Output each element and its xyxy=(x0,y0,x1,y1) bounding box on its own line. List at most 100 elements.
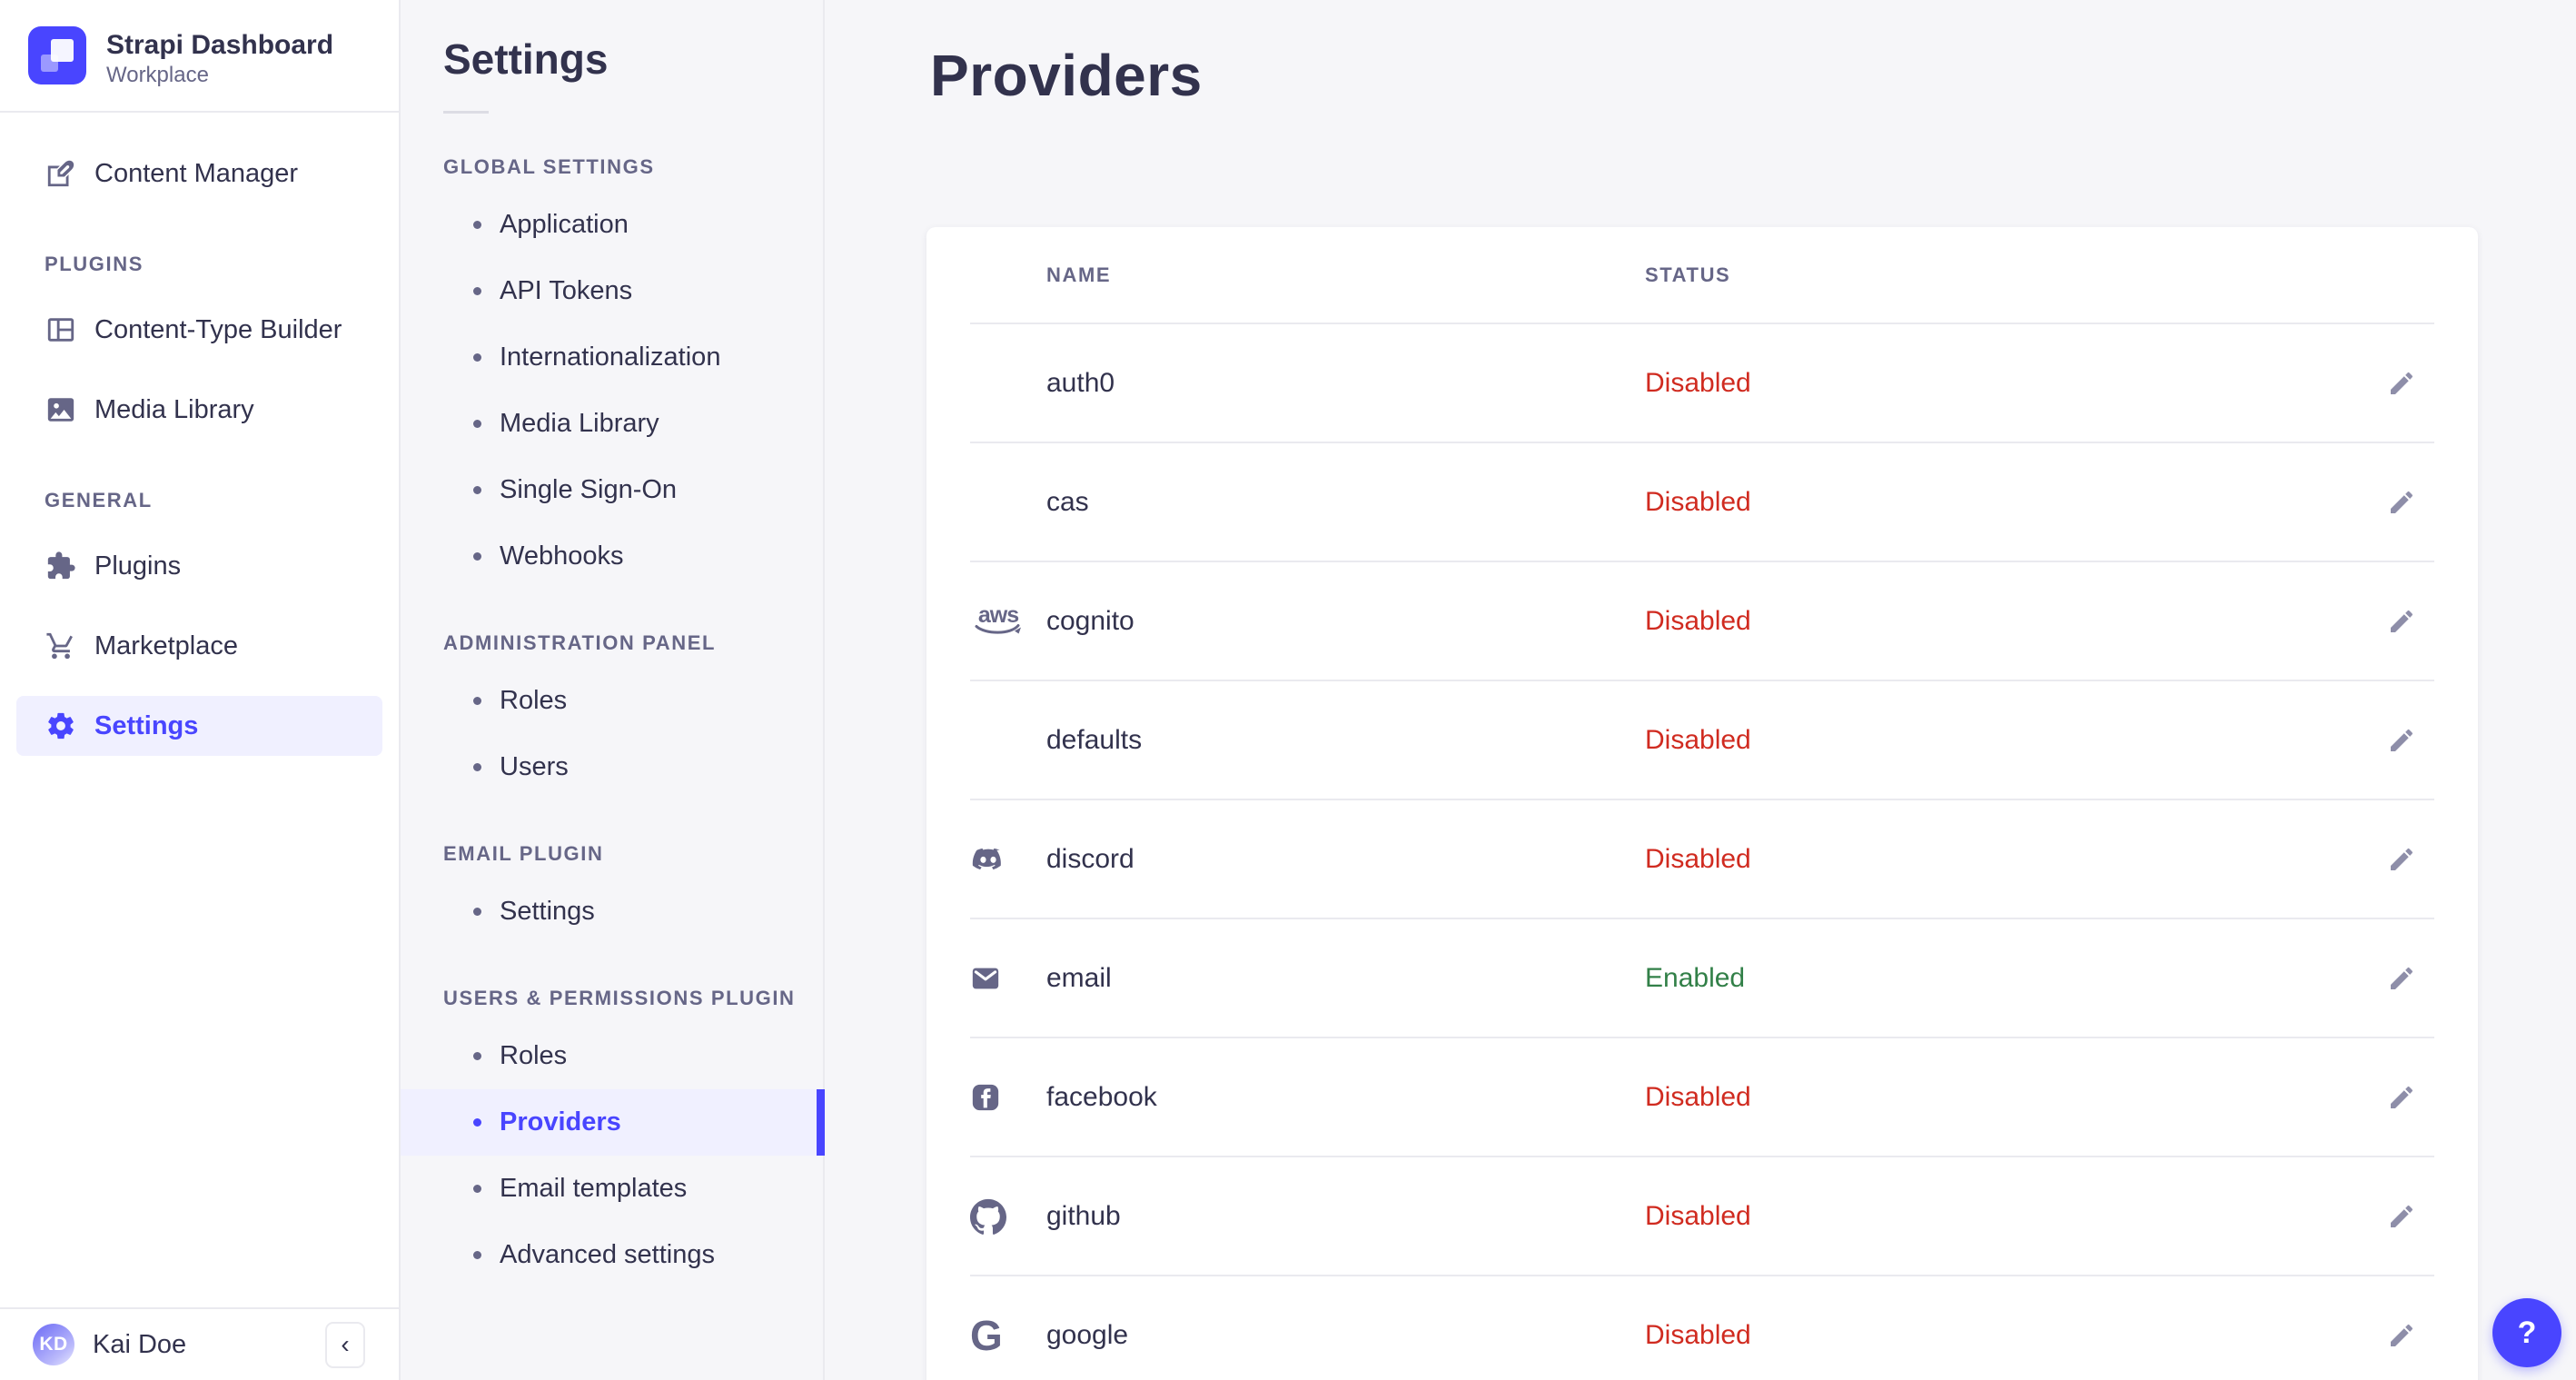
subnav-item-users[interactable]: Users xyxy=(401,734,823,800)
workspace-brand[interactable]: Strapi Dashboard Workplace xyxy=(0,0,399,113)
subnav-section-label: USERS & PERMISSIONS PLUGIN xyxy=(443,987,796,1009)
pencil-icon xyxy=(2391,1205,2413,1227)
provider-row-github: github Disabled xyxy=(970,1157,2434,1276)
edit-provider-button[interactable] xyxy=(2382,839,2422,879)
provider-name: google xyxy=(1046,1319,1129,1350)
provider-status: Disabled xyxy=(1645,486,1751,517)
bullet-icon xyxy=(473,697,481,705)
bullet-icon xyxy=(473,552,481,561)
provider-row-defaults: defaults Disabled xyxy=(970,681,2434,800)
subnav-item-single-sign-on[interactable]: Single Sign-On xyxy=(401,457,823,523)
discord-icon xyxy=(970,841,1046,878)
user-name: Kai Doe xyxy=(93,1329,187,1359)
subnav-item-providers[interactable]: Providers xyxy=(401,1089,825,1156)
provider-name: auth0 xyxy=(1046,367,1115,398)
subnav-section-label: ADMINISTRATION PANEL xyxy=(443,631,717,654)
marketplace-icon xyxy=(45,630,82,661)
edit-provider-button[interactable] xyxy=(2382,1196,2422,1236)
settings-subnav: Settings GLOBAL SETTINGS Application API… xyxy=(401,0,825,1380)
sidebar-item-content-manager[interactable]: Content Manager xyxy=(16,144,382,204)
sidebar-item-content-type-builder[interactable]: Content-Type Builder xyxy=(16,300,382,360)
bullet-icon xyxy=(473,1185,481,1193)
sidebar-item-marketplace[interactable]: Marketplace xyxy=(16,616,382,676)
aws-icon: aws xyxy=(970,604,1046,637)
bullet-icon xyxy=(473,221,481,229)
provider-name: facebook xyxy=(1046,1081,1157,1112)
bullet-icon xyxy=(473,1251,481,1259)
workspace-title: Strapi Dashboard xyxy=(106,30,334,60)
provider-status: Disabled xyxy=(1645,843,1751,874)
provider-name: discord xyxy=(1046,843,1134,874)
content-manager-icon xyxy=(45,158,82,189)
provider-name: github xyxy=(1046,1200,1121,1231)
subnav-item-api-tokens[interactable]: API Tokens xyxy=(401,258,823,324)
subnav-item-webhooks[interactable]: Webhooks xyxy=(401,523,823,590)
subnav-divider xyxy=(443,111,489,114)
table-header: NAME STATUS xyxy=(970,227,2434,324)
pencil-icon xyxy=(2391,1086,2413,1108)
sidebar-item-settings[interactable]: Settings xyxy=(16,696,382,756)
table-body: auth0 Disabled cas Disabled aws cognito … xyxy=(926,324,2478,1380)
edit-provider-button[interactable] xyxy=(2382,601,2422,641)
provider-name: defaults xyxy=(1046,724,1143,755)
bullet-icon xyxy=(473,420,481,428)
column-header-name: NAME xyxy=(1046,263,1112,286)
main-content: Providers NAME STATUS auth0 Disabled cas… xyxy=(825,0,2576,1380)
provider-row-google: G google Disabled xyxy=(970,1276,2434,1380)
sidebar-section-label: GENERAL xyxy=(45,489,153,511)
bullet-icon xyxy=(473,353,481,362)
provider-status: Disabled xyxy=(1645,1319,1751,1350)
pencil-icon xyxy=(2391,1324,2413,1346)
sidebar-item-media-library[interactable]: Media Library xyxy=(16,380,382,440)
edit-provider-button[interactable] xyxy=(2382,1315,2422,1355)
column-header-status: STATUS xyxy=(1645,263,1731,286)
provider-status: Disabled xyxy=(1645,605,1751,636)
pencil-icon xyxy=(2391,729,2413,751)
subnav-section-label: EMAIL PLUGIN xyxy=(443,842,604,865)
bullet-icon xyxy=(473,1052,481,1060)
subnav-section-label: GLOBAL SETTINGS xyxy=(443,155,655,178)
edit-provider-button[interactable] xyxy=(2382,958,2422,998)
subnav-item-application[interactable]: Application xyxy=(401,192,823,258)
pencil-icon xyxy=(2391,848,2413,870)
pencil-icon xyxy=(2391,610,2413,632)
facebook-icon xyxy=(970,1082,1046,1113)
provider-status: Disabled xyxy=(1645,1200,1751,1231)
main-nav: Content Manager PLUGINS Content-Type Bui… xyxy=(0,113,399,1307)
edit-provider-button[interactable] xyxy=(2382,720,2422,760)
workspace-subtitle: Workplace xyxy=(106,63,209,87)
provider-row-auth0: auth0 Disabled xyxy=(970,324,2434,443)
subnav-item-email-templates[interactable]: Email templates xyxy=(401,1156,823,1222)
subnav-item-settings[interactable]: Settings xyxy=(401,879,823,945)
edit-provider-button[interactable] xyxy=(2382,1077,2422,1117)
provider-name: email xyxy=(1046,962,1112,993)
subnav-item-media-library[interactable]: Media Library xyxy=(401,391,823,457)
help-button[interactable]: ? xyxy=(2492,1298,2561,1367)
plugins-icon xyxy=(45,551,82,581)
edit-provider-button[interactable] xyxy=(2382,363,2422,403)
pencil-icon xyxy=(2391,967,2413,989)
sidebar-footer: KD Kai Doe ‹ xyxy=(0,1307,399,1380)
chevron-left-icon: ‹ xyxy=(341,1330,350,1358)
edit-provider-button[interactable] xyxy=(2382,482,2422,522)
subnav-item-internationalization[interactable]: Internationalization xyxy=(401,324,823,391)
subnav-item-advanced-settings[interactable]: Advanced settings xyxy=(401,1222,823,1288)
provider-row-cas: cas Disabled xyxy=(970,443,2434,562)
bullet-icon xyxy=(473,908,481,916)
bullet-icon xyxy=(473,1118,481,1127)
subnav-item-roles[interactable]: Roles xyxy=(401,668,823,734)
sidebar-item-plugins[interactable]: Plugins xyxy=(16,536,382,596)
provider-status: Enabled xyxy=(1645,962,1746,993)
page-title: Providers xyxy=(930,43,1203,108)
collapse-sidebar-button[interactable]: ‹ xyxy=(325,1321,365,1368)
provider-status: Disabled xyxy=(1645,367,1751,398)
strapi-logo-icon xyxy=(28,26,86,84)
provider-row-discord: discord Disabled xyxy=(970,800,2434,919)
providers-table-card: NAME STATUS auth0 Disabled cas Disabled xyxy=(926,227,2478,1380)
github-icon xyxy=(970,1198,1046,1235)
subnav-item-roles[interactable]: Roles xyxy=(401,1023,823,1089)
provider-row-cognito: aws cognito Disabled xyxy=(970,562,2434,681)
provider-name: cognito xyxy=(1046,605,1134,636)
avatar: KD xyxy=(33,1324,74,1365)
pencil-icon xyxy=(2391,491,2413,513)
